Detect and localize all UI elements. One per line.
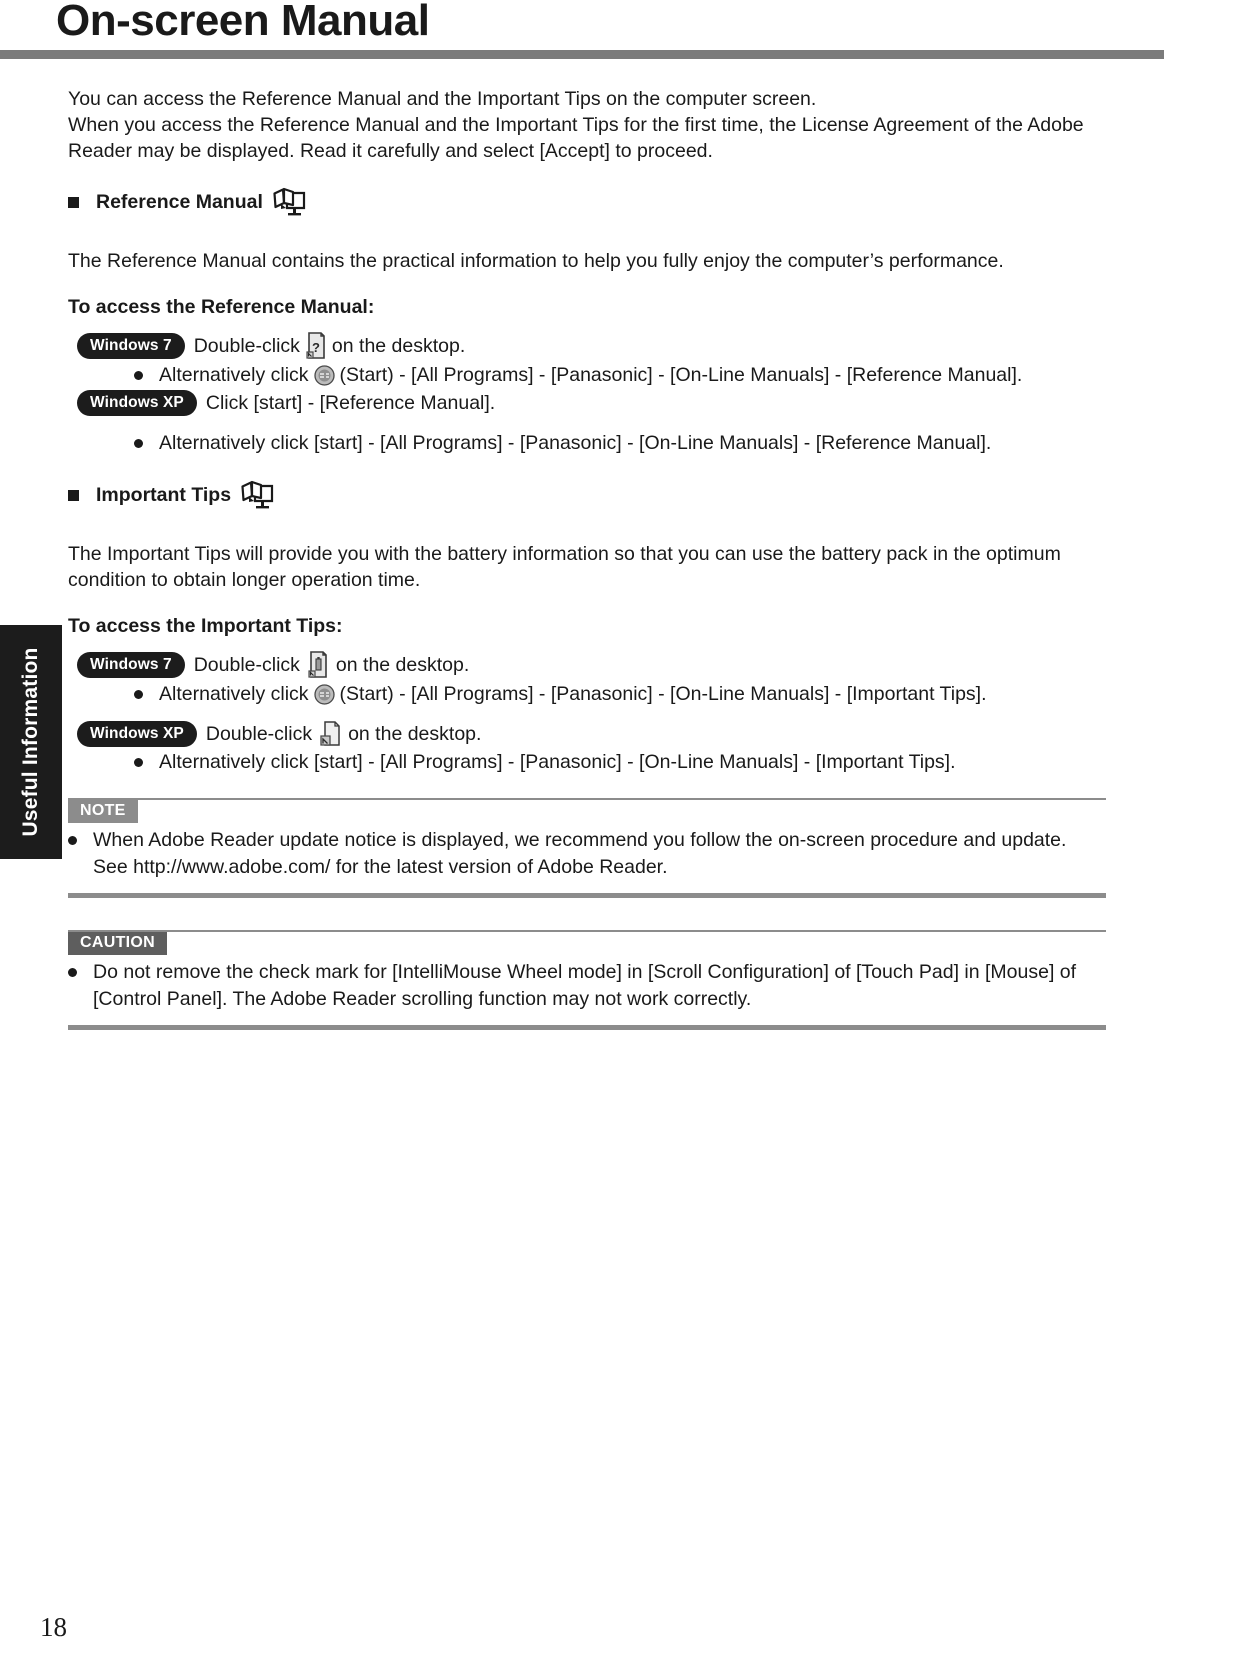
alt-text-after: (Start) - [All Programs] - [Panasonic] -… [339,364,1023,386]
round-bullet-icon [134,370,143,380]
start-orb-icon [313,364,335,386]
caution-tag: CAUTION [68,932,167,955]
book-monitor-icon [273,186,309,218]
badge-windows-xp: Windows XP [77,721,197,747]
intro-line-3: Reader may be displayed. Read it careful… [68,140,713,162]
caution-callout: CAUTION Do not remove the check mark for… [68,930,1106,1030]
document-shortcut-icon [318,720,342,748]
step-text: Click [start] - [Reference Manual]. [205,392,496,414]
content-column: You can access the Reference Manual and … [68,86,1106,1030]
book-monitor-icon [241,479,277,511]
alt-text: Alternatively click [start] - [All Progr… [159,751,956,773]
reference-manual-winxp-alternative: Alternatively click [start] - [All Progr… [134,429,1106,457]
document-question-icon: ? [305,331,327,361]
reference-manual-winxp-step: Windows XP Click [start] - [Reference Ma… [77,389,1106,417]
round-bullet-icon [134,757,143,767]
section-heading-label: Reference Manual [96,190,263,213]
round-bullet-icon [68,968,77,977]
page-number: 18 [40,1612,67,1642]
caution-line-1: Do not remove the check mark for [Intell… [93,961,1077,983]
intro-line-2: When you access the Reference Manual and… [68,114,1084,136]
important-tips-win7-step: Windows 7 Double-click on the desktop. [77,650,1106,680]
section-heading-label: Important Tips [96,483,232,506]
start-orb-icon [313,683,335,705]
section-heading-reference-manual: Reference Manual [68,186,1106,218]
caution-top-divider [68,930,1106,932]
side-tab-label: Useful Information [19,647,42,837]
note-line-2: See http://www.adobe.com/ for the latest… [93,856,668,878]
reference-manual-access-heading: To access the Reference Manual: [68,296,375,318]
note-top-divider [68,798,1106,800]
caution-body: Do not remove the check mark for [Intell… [68,955,1106,1013]
step-text-after: on the desktop. [348,723,482,745]
step-text-before: Double-click [205,723,313,745]
reference-manual-win7-alternative: Alternatively click (Start) - [All Progr… [134,361,1106,389]
alt-text-after: (Start) - [All Programs] - [Panasonic] -… [339,683,987,705]
page-title: On-screen Manual [56,0,430,45]
section-heading-important-tips: Important Tips [68,479,1106,511]
square-bullet-icon [68,489,79,501]
alt-text-before: Alternatively click [159,683,309,705]
important-tips-description-line-1: The Important Tips will provide you with… [68,543,1061,565]
important-tips-winxp-alternative: Alternatively click [start] - [All Progr… [134,748,1106,776]
caution-bottom-divider [68,1025,1106,1030]
note-body: When Adobe Reader update notice is displ… [68,823,1106,881]
round-bullet-icon [134,438,143,448]
step-text-before: Double-click [193,654,300,676]
important-tips-winxp-step: Windows XP Double-click on the desktop. [77,720,1106,748]
caution-line-2: [Control Panel]. The Adobe Reader scroll… [93,988,752,1010]
important-tips-access-heading: To access the Important Tips: [68,615,343,637]
important-tips-description-line-2: condition to obtain longer operation tim… [68,569,421,591]
reference-manual-description: The Reference Manual contains the practi… [68,250,1004,272]
note-text: When Adobe Reader update notice is displ… [93,827,1106,881]
side-tab-useful-information: Useful Information [0,625,62,859]
step-text-after: on the desktop. [335,654,470,676]
round-bullet-icon [68,836,77,845]
alt-text: Alternatively click [start] - [All Progr… [159,432,992,454]
square-bullet-icon [68,196,79,208]
badge-windows-xp: Windows XP [77,390,197,416]
note-tag: NOTE [68,800,138,823]
note-callout: NOTE When Adobe Reader update notice is … [68,798,1106,898]
intro-line-1: You can access the Reference Manual and … [68,88,817,110]
caution-text: Do not remove the check mark for [Intell… [93,959,1106,1013]
step-text-before: Double-click [193,335,300,357]
reference-manual-win7-step: Windows 7 Double-click ? on the desktop. [77,331,1106,361]
note-line-1: When Adobe Reader update notice is displ… [93,829,1067,851]
badge-windows-7: Windows 7 [77,333,185,359]
important-tips-win7-alternative: Alternatively click (Start) - [All Progr… [134,680,1106,708]
alt-text-before: Alternatively click [159,364,309,386]
badge-windows-7: Windows 7 [77,652,185,678]
step-text-after: on the desktop. [331,335,466,357]
document-battery-icon [307,650,329,680]
header-divider [0,50,1164,59]
round-bullet-icon [134,689,143,699]
